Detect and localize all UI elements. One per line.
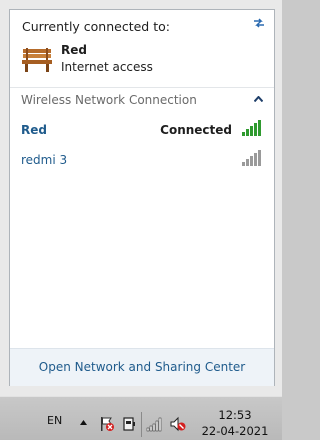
taskbar: EN 12:53 22-04-2021 — [0, 396, 282, 440]
tray-separator — [141, 412, 142, 437]
flyout-footer: Open Network and Sharing Center — [10, 348, 274, 386]
network-name: redmi 3 — [21, 153, 68, 167]
network-item-red[interactable]: Red Connected — [10, 117, 274, 143]
network-item-redmi-3[interactable]: redmi 3 — [10, 147, 274, 173]
network-name: Red — [21, 123, 47, 137]
wifi-signal-icon — [242, 120, 261, 136]
current-network-name: Red — [61, 43, 87, 57]
refresh-arrows-icon[interactable] — [252, 16, 266, 30]
wifi-signal-icon — [242, 150, 261, 166]
wireless-section-header[interactable]: Wireless Network Connection — [10, 88, 274, 112]
power-icon[interactable] — [121, 416, 137, 432]
network-signal-icon[interactable] — [146, 416, 162, 432]
volume-muted-icon[interactable] — [170, 416, 186, 432]
show-hidden-icons-arrow[interactable] — [80, 420, 87, 425]
currently-connected-title: Currently connected to: — [22, 19, 170, 34]
wireless-section-title: Wireless Network Connection — [21, 93, 197, 107]
clock-date[interactable]: 22-04-2021 — [200, 424, 270, 438]
network-panel: Currently connected to: Red Internet acc… — [9, 9, 275, 386]
network-status: Connected — [160, 123, 232, 137]
action-center-flag-icon[interactable] — [99, 416, 115, 432]
current-network-status: Internet access — [61, 60, 153, 74]
chevron-up-icon[interactable] — [254, 96, 263, 102]
bench-icon — [22, 48, 52, 72]
language-indicator[interactable]: EN — [47, 414, 62, 427]
clock-time[interactable]: 12:53 — [200, 408, 270, 422]
open-network-sharing-center-link[interactable]: Open Network and Sharing Center — [10, 360, 274, 374]
network-flyout: Currently connected to: Red Internet acc… — [0, 0, 282, 396]
